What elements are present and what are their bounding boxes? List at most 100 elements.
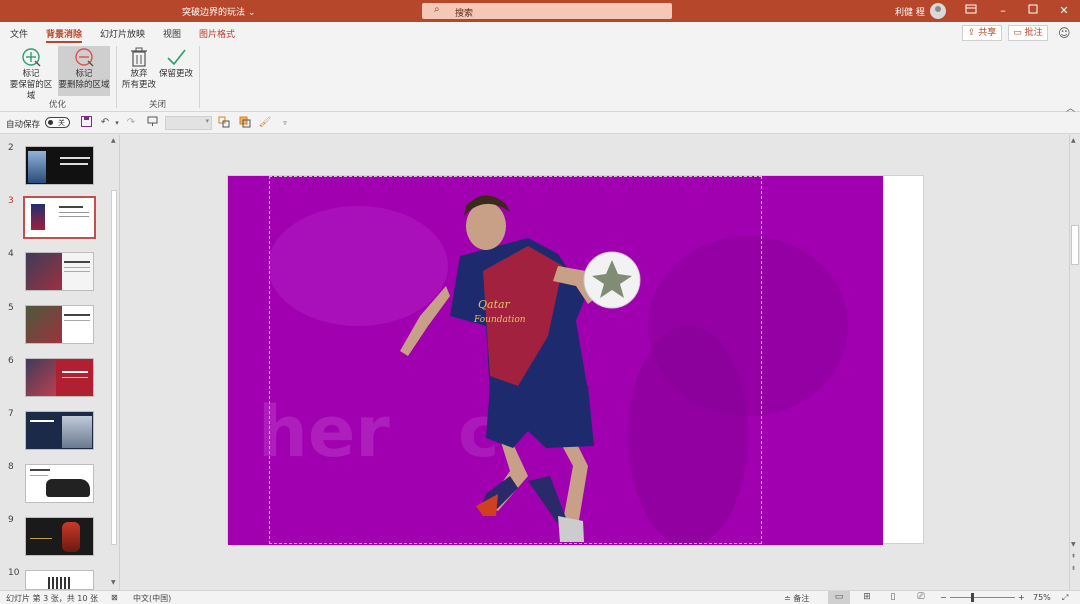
mark-areas-to-keep-button[interactable]: 标记 要保留的区域	[6, 46, 56, 101]
mark-keep-label-1: 标记	[22, 69, 40, 79]
checkmark-icon	[167, 49, 186, 66]
autosave-label: 自动保存	[6, 120, 41, 130]
zoom-in-icon[interactable]: +	[1018, 593, 1025, 602]
next-slide-icon[interactable]: ⇟	[1071, 565, 1076, 572]
slide-number: 9	[8, 515, 14, 525]
mark-remove-label-2: 要删除的区域	[58, 80, 110, 90]
group-divider	[199, 46, 200, 108]
slide-number: 6	[8, 356, 14, 366]
discard-all-changes-button[interactable]: 放弃 所有更改	[121, 46, 157, 96]
slide-thumbnail-10[interactable]	[25, 570, 94, 590]
maximize-icon[interactable]	[1025, 3, 1041, 19]
scroll-down-icon[interactable]: ▼	[111, 579, 116, 586]
redo-icon[interactable]: ↷	[124, 116, 138, 130]
slide-thumbnail-7[interactable]	[25, 411, 94, 450]
autosave-state: 关	[58, 119, 65, 127]
font-size-combo[interactable]: ▾	[165, 116, 212, 130]
zoom-slider[interactable]	[950, 597, 1015, 598]
language-indicator[interactable]: 中文(中国)	[133, 593, 171, 604]
group-label-optimize: 优化	[49, 100, 67, 110]
thumbnail-scrollbar[interactable]: ▲ ▼	[109, 135, 119, 590]
mark-remove-label-1: 标记	[75, 69, 93, 79]
minimize-icon[interactable]: –	[995, 3, 1011, 19]
quick-access-toolbar: 自动保存 关 ↶ ▾ ↷ ▾ 🖌 ▿	[0, 112, 1080, 134]
ribbon-display-options-icon[interactable]	[963, 3, 979, 19]
slide-number: 8	[8, 462, 14, 472]
scroll-up-icon[interactable]: ▲	[111, 137, 116, 144]
pencil-plus-icon	[22, 48, 41, 67]
slide-thumbnail-panel: 2 3 4 5 6 7 8 9 10 ▲ ▼	[0, 135, 120, 590]
search-placeholder: 搜索	[455, 9, 474, 19]
scrollbar-thumb[interactable]	[111, 190, 117, 545]
chevron-down-icon: ▾	[205, 117, 209, 125]
ribbon: 标记 要保留的区域 标记 要删除的区域 优化 放弃 所有更改 保留更改 关闭 ︿	[0, 44, 1080, 114]
status-bar: 幻灯片 第 3 张，共 10 张 ⊠ 中文(中国) ≐ 备注 ▭ ⊞ ▯ ⎚ −…	[0, 590, 1080, 604]
arrange-objects-icon[interactable]	[238, 116, 252, 130]
slide-thumbnail-3[interactable]	[23, 196, 96, 239]
previous-slide-icon[interactable]: ⇞	[1071, 553, 1076, 560]
scrollbar-thumb[interactable]	[1071, 225, 1079, 265]
zoom-slider-thumb[interactable]	[971, 593, 974, 602]
document-title[interactable]: 突破边界的玩法 ⌄	[182, 5, 255, 18]
title-bar: 突破边界的玩法 ⌄ ⌕ 搜索 利健 程 – ✕	[0, 0, 1080, 22]
background-removal-photo[interactable]: her c Qatar Foundation	[228, 176, 883, 545]
comment-button[interactable]: ▭ 批注	[1008, 25, 1048, 41]
keep-changes-label: 保留更改	[158, 69, 193, 79]
tab-view[interactable]: 视图	[163, 27, 181, 40]
user-name[interactable]: 利健 程	[895, 5, 925, 18]
slide-thumbnail-9[interactable]	[25, 517, 94, 556]
slide-sorter-view-icon[interactable]: ⊞	[856, 591, 878, 604]
slide-number: 4	[8, 249, 14, 259]
spelling-icon[interactable]: ⊠	[111, 593, 118, 602]
slide-number: 3	[8, 196, 14, 206]
slide-counter: 幻灯片 第 3 张，共 10 张	[6, 594, 98, 603]
mark-areas-to-remove-button[interactable]: 标记 要删除的区域	[58, 46, 110, 96]
tab-slideshow[interactable]: 幻灯片放映	[100, 27, 145, 40]
close-icon[interactable]: ✕	[1056, 3, 1072, 19]
slide-thumbnail-5[interactable]	[25, 305, 94, 344]
discard-label-1: 放弃	[130, 69, 148, 79]
slide-number: 2	[8, 143, 14, 153]
share-button[interactable]: ⇪ 共享	[962, 25, 1002, 41]
scroll-up-icon[interactable]: ▲	[1071, 137, 1076, 144]
tab-picture-format[interactable]: 图片格式	[199, 27, 235, 40]
group-label-close: 关闭	[149, 100, 167, 110]
format-painter-icon[interactable]: 🖌	[258, 116, 272, 130]
zoom-out-icon[interactable]: −	[940, 593, 947, 602]
autosave-toggle[interactable]: 关	[45, 117, 70, 128]
slide-thumbnail-4[interactable]	[25, 252, 94, 291]
group-divider	[116, 46, 117, 108]
customize-toolbar-icon[interactable]: ▿	[278, 116, 292, 130]
discard-label-2: 所有更改	[121, 80, 156, 90]
tab-background-removal[interactable]: 背景消除	[46, 27, 83, 43]
feedback-smiley-icon[interactable]: ☺	[1058, 26, 1072, 40]
slideshow-view-icon[interactable]: ⎚	[910, 591, 932, 604]
zoom-level[interactable]: 75%	[1033, 593, 1051, 602]
search-box[interactable]: ⌕ 搜索	[422, 3, 672, 19]
normal-view-icon[interactable]: ▭	[828, 591, 850, 604]
slide[interactable]: her c Qatar Foundation	[227, 175, 924, 545]
slide-editing-canvas: her c Qatar Foundation	[121, 135, 1069, 590]
slide-thumbnail-8[interactable]	[25, 464, 94, 503]
avatar[interactable]	[930, 3, 946, 19]
present-from-beginning-icon[interactable]	[145, 116, 159, 130]
save-icon[interactable]	[79, 116, 93, 130]
tab-file[interactable]: 文件	[10, 27, 28, 40]
group-objects-icon[interactable]	[217, 116, 231, 130]
toggle-knob	[48, 120, 53, 125]
removal-marquee[interactable]	[269, 176, 762, 544]
slide-thumbnail-2[interactable]	[25, 146, 94, 185]
search-icon: ⌕	[434, 4, 440, 15]
slide-number: 10	[8, 568, 20, 578]
canvas-scrollbar[interactable]: ▲ ▼ ⇞ ⇟	[1069, 135, 1080, 590]
slide-number: 7	[8, 409, 14, 419]
reading-view-icon[interactable]: ▯	[882, 591, 904, 604]
notes-button[interactable]: ≐ 备注	[784, 593, 809, 604]
slide-thumbnail-6[interactable]	[25, 358, 94, 397]
slide-number: 5	[8, 303, 14, 313]
undo-dropdown-icon[interactable]: ▾	[110, 116, 124, 130]
keep-changes-button[interactable]: 保留更改	[158, 46, 194, 96]
scroll-down-icon[interactable]: ▼	[1071, 541, 1076, 548]
pencil-minus-icon	[75, 48, 94, 67]
fit-to-window-icon[interactable]: ⤢	[1062, 593, 1068, 603]
